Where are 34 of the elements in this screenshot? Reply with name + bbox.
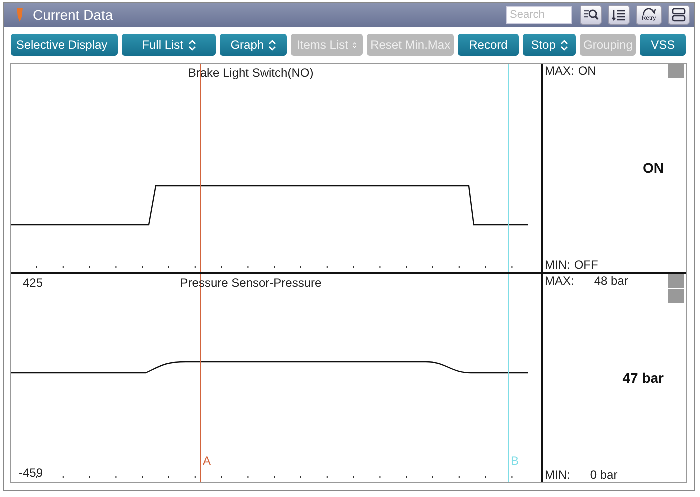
list-icon: [612, 9, 626, 21]
sort-caret-icon: [188, 40, 196, 50]
axis-label: -459: [19, 466, 44, 480]
cursor-label: B: [511, 454, 520, 468]
menu-button[interactable]: [668, 5, 690, 25]
search-icon: [583, 9, 599, 21]
max-label: MAX:: [545, 64, 574, 78]
current-value: ON: [643, 160, 664, 176]
menu-icon: [672, 8, 686, 22]
refresh-icon: [642, 8, 656, 16]
cursor-label: A: [203, 454, 212, 468]
axis-label: 425: [23, 276, 44, 290]
current-value: 47 bar: [622, 370, 664, 386]
max-value: 48 bar: [594, 274, 628, 288]
toolbar-button[interactable]: VSS: [640, 34, 686, 56]
toolbar-button[interactable]: Selective Display: [11, 34, 118, 56]
toolbar-button[interactable]: Graph: [220, 34, 288, 56]
max-label: MAX:: [545, 274, 574, 288]
list-button[interactable]: [608, 5, 630, 25]
toolbar-button[interactable]: Stop: [522, 34, 576, 56]
min-value: 0 bar: [590, 468, 618, 482]
sort-caret-icon: [560, 40, 568, 50]
window-title: Current Data: [33, 7, 114, 23]
toolbar-button[interactable]: Record: [458, 34, 519, 56]
sort-caret-icon: [269, 40, 276, 50]
toolbar-button[interactable]: Full List: [122, 34, 216, 56]
min-label: MIN:: [545, 468, 570, 482]
app-icon: [16, 8, 24, 22]
search-button[interactable]: [580, 5, 602, 25]
min-label: MIN:: [545, 258, 570, 272]
min-value: OFF: [574, 258, 598, 272]
search-field[interactable]: Search: [506, 6, 572, 24]
max-value: ON: [578, 64, 596, 78]
sort-caret-icon: [353, 40, 358, 50]
